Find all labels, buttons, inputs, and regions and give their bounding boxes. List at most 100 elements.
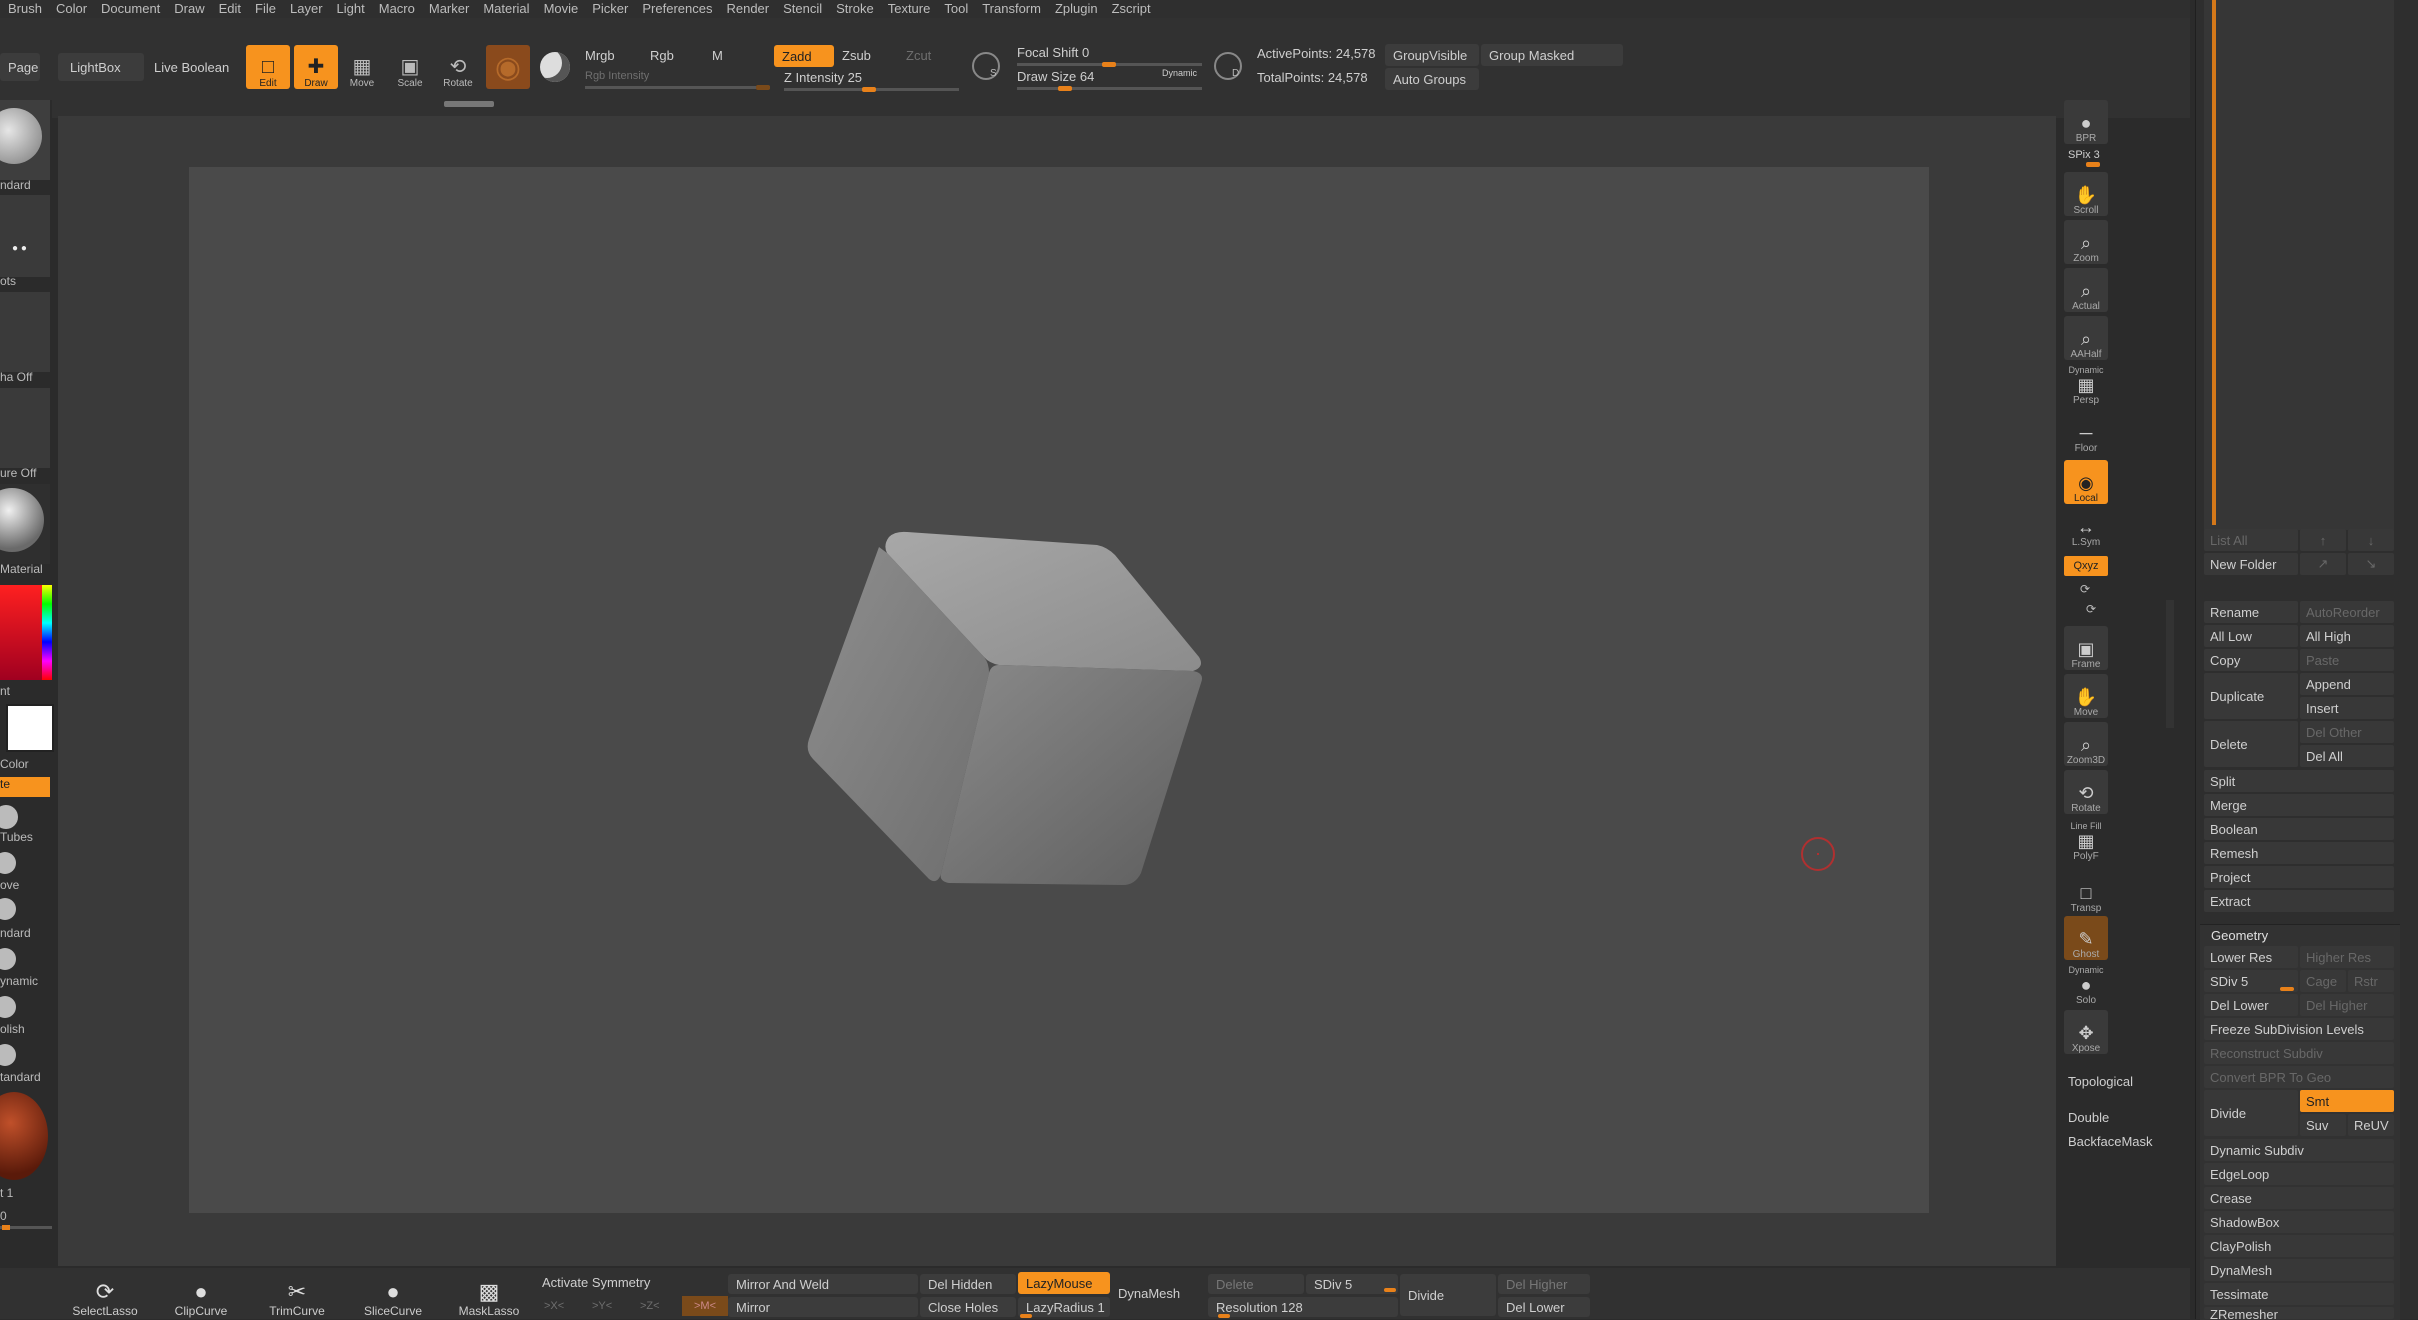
material-sphere-button[interactable]: ◉	[486, 45, 530, 89]
edgeloop-menu[interactable]: EdgeLoop	[2204, 1163, 2394, 1185]
draw-size-track[interactable]	[1017, 87, 1202, 90]
menu-color[interactable]: Color	[56, 0, 87, 18]
cage-button[interactable]: Cage	[2300, 970, 2346, 992]
delete-button[interactable]: Delete	[2204, 721, 2298, 767]
bpr-button[interactable]: ● BPR	[2064, 100, 2108, 144]
menu-edit[interactable]: Edit	[219, 0, 241, 18]
divide-button[interactable]: Divide	[2204, 1090, 2298, 1136]
selectlasso-button[interactable]: ⟳ SelectLasso	[70, 1272, 140, 1319]
close-holes-button[interactable]: Close Holes	[920, 1297, 1016, 1317]
del-other-button[interactable]: Del Other	[2300, 721, 2394, 743]
draw-button[interactable]: ✚ Draw	[294, 45, 338, 89]
menu-zscript[interactable]: Zscript	[1112, 0, 1151, 18]
merge-menu[interactable]: Merge	[2204, 794, 2394, 816]
group-visible-button[interactable]: GroupVisible	[1385, 44, 1479, 66]
backfacemask-button[interactable]: BackfaceMask	[2068, 1134, 2153, 1149]
spix-setting[interactable]: SPix 3	[2068, 149, 2100, 161]
reconstruct-subdiv-button[interactable]: Reconstruct Subdiv	[2204, 1042, 2394, 1064]
del-higher-button[interactable]: Del Higher	[2300, 994, 2394, 1016]
subtool-list[interactable]	[2204, 0, 2394, 530]
dynamesh-menu[interactable]: DynaMesh	[2204, 1259, 2394, 1281]
higher-res-button[interactable]: Higher Res	[2300, 946, 2394, 968]
dynamic-draw-size-toggle[interactable]: Dynamic	[1162, 68, 1197, 78]
convert-bpr-button[interactable]: Convert BPR To Geo	[2204, 1066, 2394, 1088]
subtool-scrollbar[interactable]	[2212, 0, 2216, 525]
focal-s-icon[interactable]: S	[972, 52, 1000, 80]
focal-shift-slider[interactable]: Focal Shift 0	[1017, 45, 1089, 60]
topological-button[interactable]: Topological	[2068, 1074, 2133, 1089]
all-low-button[interactable]: All Low	[2204, 625, 2298, 647]
menu-file[interactable]: File	[255, 0, 276, 18]
menu-material[interactable]: Material	[483, 0, 529, 18]
auto-groups-button[interactable]: Auto Groups	[1385, 68, 1479, 90]
del-higher-bottom-button[interactable]: Del Higher	[1498, 1274, 1590, 1294]
actual-button[interactable]: ⌕ Actual	[2064, 268, 2108, 312]
right-collapse-handle[interactable]	[2166, 600, 2174, 728]
focal-shift-handle[interactable]	[1102, 62, 1116, 67]
mirror-and-weld-button[interactable]: Mirror And Weld	[728, 1274, 918, 1294]
smt-toggle[interactable]: Smt	[2300, 1090, 2394, 1112]
draw-d-icon[interactable]: D	[1214, 52, 1242, 80]
rename-button[interactable]: Rename	[2204, 601, 2298, 623]
delete-bottom-button[interactable]: Delete	[1208, 1274, 1304, 1294]
zsub-toggle[interactable]: Zsub	[842, 48, 871, 63]
menu-draw[interactable]: Draw	[174, 0, 204, 18]
menu-light[interactable]: Light	[337, 0, 365, 18]
rotate-button[interactable]: ⟲ Rotate	[436, 45, 480, 89]
crease-menu[interactable]: Crease	[2204, 1187, 2394, 1209]
switch-color-button[interactable]: te	[0, 777, 50, 797]
insert-button[interactable]: Insert	[2300, 697, 2394, 719]
del-all-button[interactable]: Del All	[2300, 745, 2394, 767]
zadd-toggle[interactable]: Zadd	[774, 45, 834, 67]
menu-document[interactable]: Document	[101, 0, 160, 18]
lower-res-button[interactable]: Lower Res	[2204, 946, 2298, 968]
resolution-slider[interactable]: Resolution 128	[1208, 1297, 1398, 1317]
del-lower-bottom-button[interactable]: Del Lower	[1498, 1297, 1590, 1317]
draw-size-handle[interactable]	[1058, 86, 1072, 91]
menu-texture[interactable]: Texture	[888, 0, 931, 18]
dynamesh-button[interactable]: DynaMesh	[1118, 1286, 1180, 1301]
rgb-intensity-slider[interactable]: Rgb Intensity	[585, 70, 649, 82]
group-masked-button[interactable]: Group Masked	[1481, 44, 1623, 66]
z-rotation-icon[interactable]: ⟳	[2086, 602, 2096, 616]
brush-thumbnail[interactable]	[0, 100, 50, 180]
tessimate-menu[interactable]: Tessimate	[2204, 1283, 2394, 1305]
main-color-swatch[interactable]	[6, 704, 54, 752]
menu-transform[interactable]: Transform	[982, 0, 1041, 18]
append-button[interactable]: Append	[2300, 673, 2394, 695]
new-folder-button[interactable]: New Folder	[2204, 553, 2298, 575]
zoom3d-button[interactable]: ⌕ Zoom3D	[2064, 722, 2108, 766]
spix-handle[interactable]	[2086, 162, 2100, 167]
menu-macro[interactable]: Macro	[379, 0, 415, 18]
suv-toggle[interactable]: Suv	[2300, 1114, 2346, 1136]
double-button[interactable]: Double	[2068, 1110, 2109, 1125]
left-slider-handle[interactable]	[2, 1225, 10, 1230]
sdiv-bottom-handle[interactable]	[1384, 1288, 1396, 1292]
rgb-intensity-track[interactable]	[585, 86, 770, 89]
dynamic-subdiv-menu[interactable]: Dynamic Subdiv	[2204, 1139, 2394, 1161]
material-thumbnail[interactable]	[0, 484, 50, 564]
folder-up-icon[interactable]: ↗	[2300, 553, 2346, 575]
z-intensity-slider[interactable]: Z Intensity 25	[784, 70, 862, 85]
all-high-button[interactable]: All High	[2300, 625, 2394, 647]
cube-mesh[interactable]	[189, 167, 1929, 1213]
menu-preferences[interactable]: Preferences	[642, 0, 712, 18]
aahalf-button[interactable]: ⌕ AAHalf	[2064, 316, 2108, 360]
polyf-button[interactable]: Line Fill ▦ PolyF	[2064, 818, 2108, 862]
freeze-subdivision-button[interactable]: Freeze SubDivision Levels	[2204, 1018, 2394, 1040]
project-menu[interactable]: Project	[2204, 866, 2394, 888]
folder-down-icon[interactable]: ↘	[2348, 553, 2394, 575]
activate-symmetry-button[interactable]: Activate Symmetry	[542, 1275, 650, 1290]
xpose-button[interactable]: ✥ Xpose	[2064, 1010, 2108, 1054]
menu-render[interactable]: Render	[726, 0, 769, 18]
menu-stencil[interactable]: Stencil	[783, 0, 822, 18]
auto-reorder-button[interactable]: AutoReorder	[2300, 601, 2394, 623]
local-button[interactable]: ◉ Local	[2064, 460, 2108, 504]
document-canvas[interactable]	[189, 167, 1929, 1213]
sdiv-handle[interactable]	[2280, 987, 2294, 991]
menu-movie[interactable]: Movie	[544, 0, 579, 18]
divide-bottom-button[interactable]: Divide	[1400, 1274, 1496, 1316]
del-hidden-button[interactable]: Del Hidden	[920, 1274, 1016, 1294]
reuv-toggle[interactable]: ReUV	[2348, 1114, 2394, 1136]
extract-menu[interactable]: Extract	[2204, 890, 2394, 912]
